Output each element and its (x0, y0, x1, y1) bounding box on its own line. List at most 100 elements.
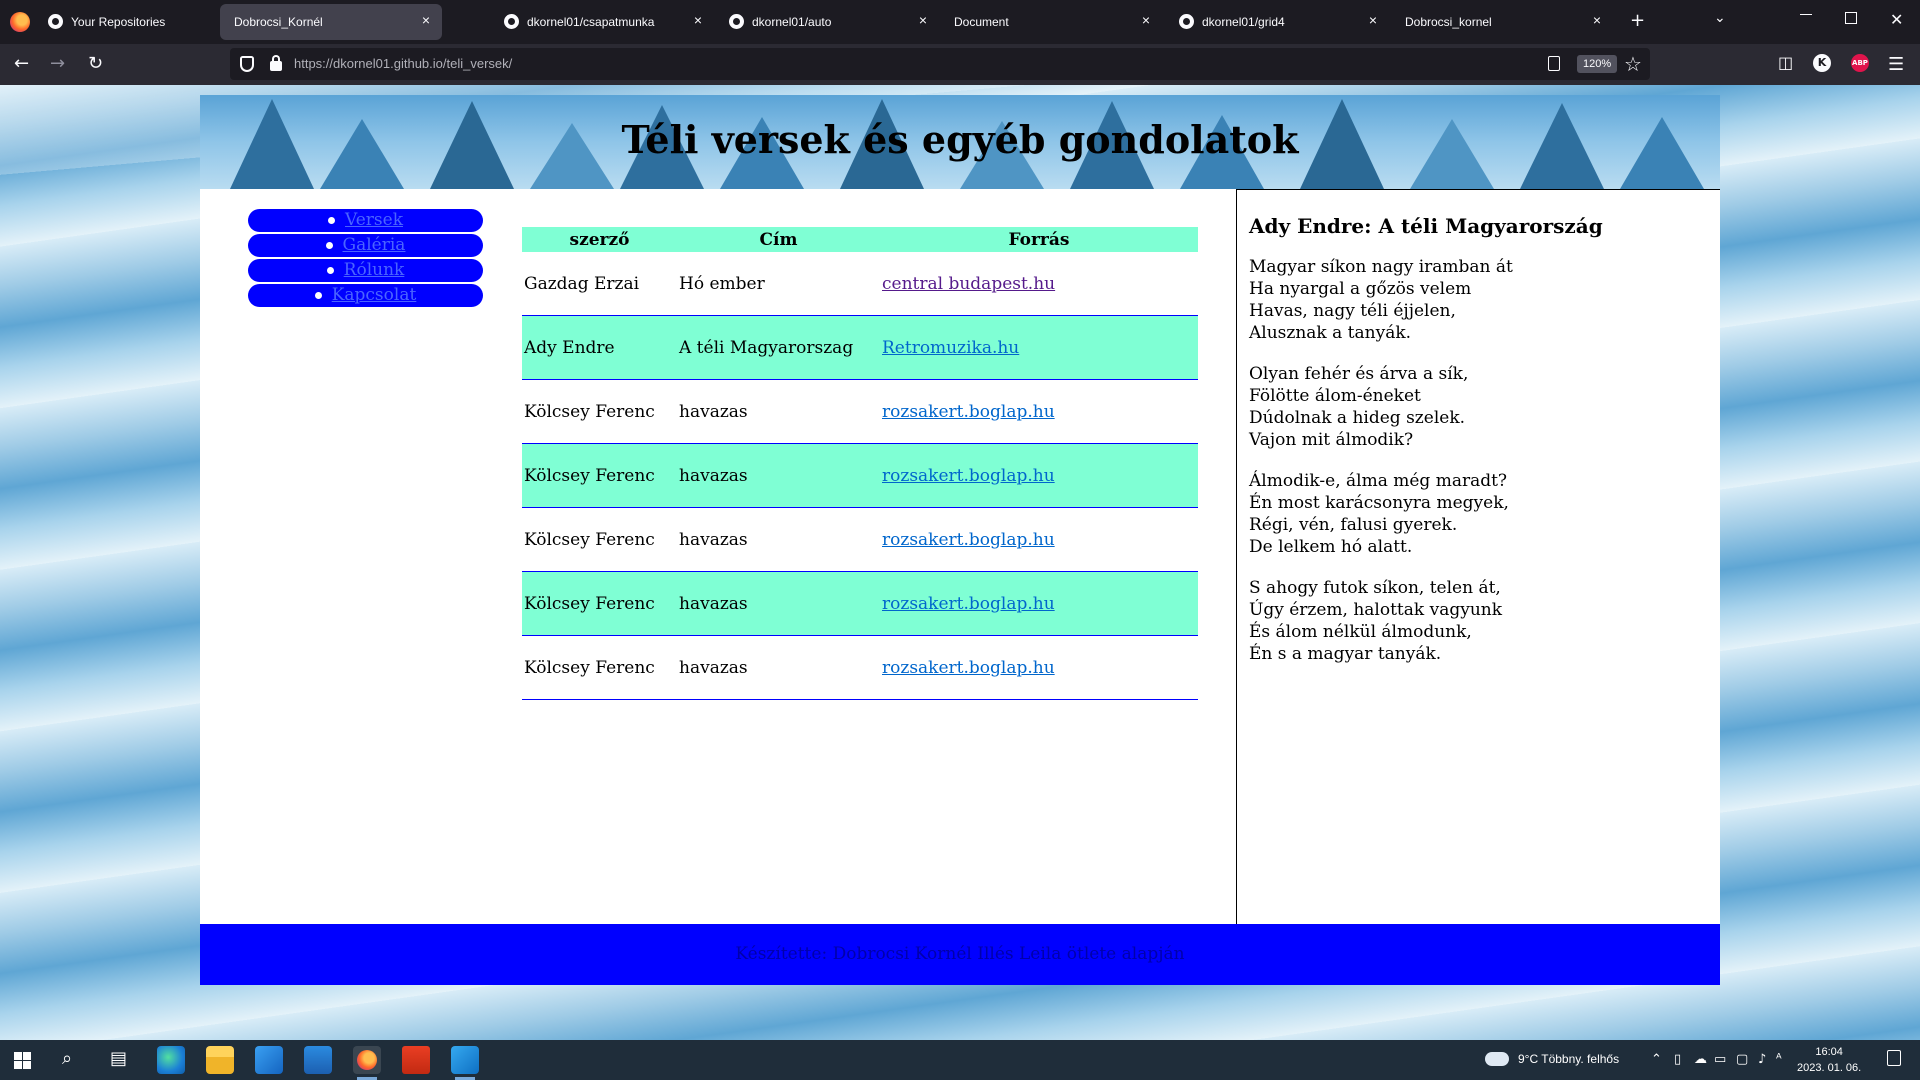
nav-link-kapcsolat[interactable]: Kapcsolat (332, 285, 417, 305)
cell-source: rozsakert.boglap.hu (880, 379, 1198, 444)
reader-view-icon[interactable] (1548, 56, 1560, 71)
battery-icon[interactable]: ▭ (1714, 1052, 1726, 1067)
github-icon (729, 14, 744, 29)
poem-line: Álmodik-e, álma még maradt? (1249, 471, 1508, 491)
close-icon[interactable]: × (422, 12, 430, 28)
back-arrow-icon[interactable]: ← (14, 53, 29, 74)
source-link[interactable]: rozsakert.boglap.hu (882, 594, 1055, 614)
close-icon[interactable]: × (694, 12, 702, 28)
table-row: Ady Endre A téli Magyarorszag Retromuzik… (522, 315, 1198, 380)
taskbar: ⌕ ▤ 9°C Többny. felhős ⌃ ▯ ☁ ▭ ▢ ♪ ᴬ 16:… (0, 1040, 1920, 1080)
bullet-icon (314, 292, 322, 299)
tab-csapatmunka[interactable]: dkornel01/csapatmunka × (492, 4, 714, 40)
cell-author: Gazdag Erzai (522, 252, 677, 316)
cell-source: central budapest.hu (880, 252, 1198, 316)
nav-link-versek[interactable]: Versek (345, 210, 403, 230)
network-icon[interactable]: ▢ (1736, 1052, 1748, 1067)
zoom-indicator[interactable]: 120% (1577, 55, 1618, 73)
clock-date: 2023. 01. 06. (1797, 1062, 1862, 1074)
search-icon[interactable]: ⌕ (62, 1048, 72, 1069)
account-avatar-icon[interactable]: K (1813, 54, 1831, 72)
nav-item-galeria[interactable]: Galéria (248, 234, 483, 257)
cell-title: Hó ember (677, 252, 880, 316)
office-icon[interactable] (402, 1046, 430, 1074)
source-link[interactable]: rozsakert.boglap.hu (882, 402, 1055, 422)
github-icon (48, 14, 63, 29)
firefox-icon[interactable] (10, 12, 30, 32)
tab-dobrocsi-kornel-2[interactable]: Dobrocsi_kornel × (1391, 4, 1613, 40)
onedrive-cloud-icon[interactable]: ☁ (1694, 1052, 1707, 1067)
edge-icon[interactable] (157, 1046, 185, 1074)
new-tab-button[interactable]: + (1630, 10, 1645, 31)
tracking-shield-icon[interactable] (240, 56, 254, 72)
tab-label: dkornel01/csapatmunka (527, 15, 655, 29)
weather-text[interactable]: 9°C Többny. felhős (1518, 1052, 1619, 1066)
tab-grid4[interactable]: dkornel01/grid4 × (1167, 4, 1389, 40)
adblock-plus-icon[interactable]: ABP (1851, 54, 1869, 72)
close-icon[interactable]: × (919, 12, 927, 28)
tab-document[interactable]: Document × (940, 4, 1162, 40)
close-icon[interactable]: × (1593, 12, 1601, 28)
poem-line: Dúdolnak a hideg szelek. (1249, 408, 1466, 428)
tab-auto[interactable]: dkornel01/auto × (717, 4, 939, 40)
source-link[interactable]: central budapest.hu (882, 274, 1055, 294)
tab-label: dkornel01/grid4 (1202, 15, 1285, 29)
cell-source: rozsakert.boglap.hu (880, 443, 1198, 508)
cell-title: havazas (677, 379, 880, 444)
reload-icon[interactable]: ↻ (88, 53, 103, 74)
cell-author: Kölcsey Ferenc (522, 443, 677, 508)
close-icon[interactable]: × (1142, 12, 1150, 28)
source-link[interactable]: rozsakert.boglap.hu (882, 530, 1055, 550)
device-icon[interactable]: ▯ (1674, 1052, 1681, 1067)
tab-dobrocsi-kornel[interactable]: Dobrocsi_Kornél × (220, 4, 442, 40)
volume-icon[interactable]: ♪ (1758, 1052, 1766, 1067)
task-view-icon[interactable]: ▤ (110, 1048, 127, 1069)
tray-chevron-icon[interactable]: ⌃ (1651, 1052, 1662, 1067)
cell-author: Kölcsey Ferenc (522, 635, 677, 700)
system-clock[interactable]: 16:04 2023. 01. 06. (1797, 1044, 1861, 1076)
bookmark-star-icon[interactable]: ☆ (1624, 52, 1642, 76)
minimize-button[interactable] (1800, 14, 1812, 15)
notification-icon[interactable] (1887, 1050, 1901, 1066)
table-row: Gazdag Erzai Hó ember central budapest.h… (522, 252, 1198, 316)
windows-start-icon[interactable] (14, 1052, 31, 1069)
source-link[interactable]: rozsakert.boglap.hu (882, 466, 1055, 486)
forward-arrow-icon[interactable]: → (50, 53, 65, 74)
nav-link-galeria[interactable]: Galéria (343, 235, 406, 255)
content-column: Versek Galéria Rólunk Kapcsolat szerző C… (200, 189, 1236, 924)
file-explorer-icon[interactable] (206, 1046, 234, 1074)
hamburger-menu-icon[interactable]: ☰ (1888, 54, 1904, 75)
source-link[interactable]: rozsakert.boglap.hu (882, 658, 1055, 678)
source-link[interactable]: Retromuzika.hu (882, 338, 1019, 358)
nav-link-rolunk[interactable]: Rólunk (344, 260, 405, 280)
nav-item-rolunk[interactable]: Rólunk (248, 259, 483, 282)
cell-author: Kölcsey Ferenc (522, 379, 677, 444)
vscode-icon[interactable] (451, 1046, 479, 1074)
nav-item-versek[interactable]: Versek (248, 209, 483, 232)
weather-cloud-icon[interactable] (1481, 1046, 1509, 1066)
pocket-icon[interactable]: ◫ (1778, 53, 1793, 72)
poem-line: Ha nyargal a gőzös velem (1249, 279, 1472, 299)
firefox-taskbar-icon[interactable] (353, 1046, 381, 1074)
close-icon[interactable]: × (1369, 12, 1377, 28)
window-close-icon[interactable]: ✕ (1890, 10, 1903, 29)
mail-icon[interactable] (304, 1046, 332, 1074)
cell-author: Ady Endre (522, 315, 677, 380)
poem-sidebar: Ady Endre: A téli Magyarország Magyar sí… (1236, 189, 1720, 924)
main-content: Versek Galéria Rólunk Kapcsolat szerző C… (200, 189, 1720, 924)
cell-source: Retromuzika.hu (880, 315, 1198, 380)
tab-list-chevron-icon[interactable]: ⌄ (1714, 10, 1726, 26)
microsoft-store-icon[interactable] (255, 1046, 283, 1074)
lock-icon[interactable] (270, 55, 282, 71)
url-bar[interactable]: https://dkornel01.github.io/teli_versek/… (230, 48, 1650, 80)
page-viewport: Téli versek és egyéb gondolatok Versek G… (0, 85, 1920, 1040)
page-footer: Készítette: Dobrocsi Kornél Illés Leila … (200, 924, 1720, 985)
column-header-author: szerző (522, 227, 677, 252)
nav-item-kapcsolat[interactable]: Kapcsolat (248, 284, 483, 307)
url-text[interactable]: https://dkornel01.github.io/teli_versek/ (294, 56, 512, 71)
maximize-button[interactable] (1845, 12, 1857, 24)
language-icon[interactable]: ᴬ (1776, 1052, 1782, 1067)
poems-table: szerző Cím Forrás Gazdag Erzai Hó ember … (522, 227, 1198, 700)
tab-label: Dobrocsi_Kornél (234, 15, 323, 29)
poem-line: Havas, nagy téli éjjelen, (1249, 301, 1456, 321)
